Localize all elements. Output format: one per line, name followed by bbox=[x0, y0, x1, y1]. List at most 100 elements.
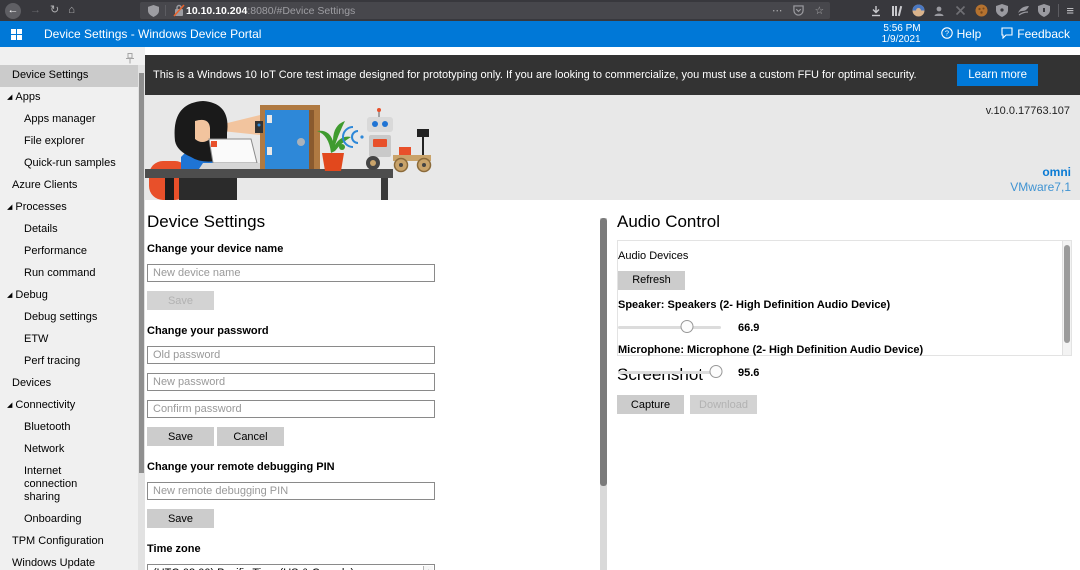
password-label: Change your password bbox=[147, 325, 269, 337]
device-settings-scrollbar[interactable] bbox=[600, 218, 607, 570]
microphone-volume-slider[interactable] bbox=[618, 365, 723, 378]
save-password-button[interactable]: Save bbox=[147, 427, 214, 446]
extension-account-icon[interactable] bbox=[932, 4, 946, 18]
feedback-icon bbox=[1001, 26, 1013, 42]
iot-test-image-banner: This is a Windows 10 IoT Core test image… bbox=[145, 55, 1080, 95]
sidebar-item-internet-connection-sharing[interactable]: Internet connection sharing bbox=[0, 461, 118, 509]
device-model: VMware7,1 bbox=[1010, 180, 1071, 194]
extension-disabled-icon[interactable] bbox=[953, 4, 967, 18]
pocket-icon[interactable] bbox=[792, 4, 806, 18]
sidebar-item-debug[interactable]: Debug bbox=[0, 285, 145, 307]
sidebar-item-run-command[interactable]: Run command bbox=[0, 263, 145, 285]
url-bar[interactable]: 10.10.10.204:8080/#Device Settings ⋯ ☆ bbox=[140, 2, 830, 19]
urlbar-divider bbox=[165, 5, 166, 16]
back-button[interactable]: ← bbox=[5, 2, 21, 19]
help-label: Help bbox=[956, 27, 982, 41]
sidebar-scrollbar-thumb[interactable] bbox=[139, 73, 144, 473]
microphone-label: Microphone: Microphone (2- High Definiti… bbox=[618, 343, 924, 356]
library-icon[interactable] bbox=[890, 4, 904, 18]
select-dropdown-arrow-icon: ▴▾ bbox=[423, 566, 433, 570]
sidebar-item-performance[interactable]: Performance bbox=[0, 241, 145, 263]
sidebar-item-apps[interactable]: Apps bbox=[0, 87, 145, 109]
extension-shield-icon[interactable] bbox=[995, 4, 1009, 18]
sidebar-item-bluetooth[interactable]: Bluetooth bbox=[0, 417, 145, 439]
clock-time: 5:56 PM bbox=[883, 23, 921, 34]
audio-control-heading: Audio Control bbox=[617, 212, 721, 231]
forward-button[interactable]: → bbox=[30, 5, 41, 16]
capture-button[interactable]: Capture bbox=[617, 395, 684, 414]
insecure-lock-icon[interactable] bbox=[172, 4, 186, 18]
extension-proxy-icon[interactable] bbox=[911, 4, 925, 18]
toolbar-divider bbox=[1058, 4, 1060, 17]
confirm-password-input[interactable] bbox=[147, 400, 435, 418]
url-path: :8080/#Device Settings bbox=[247, 4, 356, 17]
sidebar-item-onboarding[interactable]: Onboarding bbox=[0, 509, 145, 531]
shield-icon[interactable] bbox=[146, 4, 160, 18]
reload-button[interactable]: ↻ bbox=[50, 5, 59, 16]
portal-header: Device Settings - Windows Device Portal … bbox=[0, 21, 1080, 47]
audio-devices-panel: Audio Devices Refresh Speaker: Speakers … bbox=[617, 240, 1072, 379]
sidebar-item-quick-run-samples[interactable]: Quick-run samples bbox=[0, 153, 145, 175]
microphone-slider-handle[interactable] bbox=[709, 365, 723, 378]
extension-wind-icon[interactable] bbox=[1016, 4, 1030, 18]
device-name: omni bbox=[1042, 165, 1071, 179]
debug-pin-label: Change your remote debugging PIN bbox=[147, 461, 335, 473]
help-icon: ? bbox=[940, 26, 953, 42]
clock-display: 5:56 PM 1/9/2021 bbox=[882, 23, 921, 45]
speaker-label: Speaker: Speakers (2- High Definition Au… bbox=[618, 298, 891, 311]
audio-panel-scrollbar[interactable] bbox=[1062, 241, 1071, 355]
help-link[interactable]: ? Help bbox=[940, 26, 982, 42]
cancel-password-button[interactable]: Cancel bbox=[217, 427, 284, 446]
timezone-label: Time zone bbox=[147, 543, 201, 555]
timezone-select[interactable]: (UTC-08:00) Pacific Time (US & Canada) ▴… bbox=[147, 564, 435, 570]
sidebar-item-apps-manager[interactable]: Apps manager bbox=[0, 109, 145, 131]
menu-hamburger-icon[interactable]: ≡ bbox=[1066, 4, 1074, 17]
feedback-label: Feedback bbox=[1017, 27, 1070, 41]
toolbar-extensions: ≡ bbox=[869, 0, 1074, 21]
audio-control-panel: Audio Control Audio Devices Refresh Spea… bbox=[612, 200, 1080, 570]
speaker-volume-slider[interactable] bbox=[618, 320, 721, 333]
device-settings-heading: Device Settings bbox=[147, 212, 266, 231]
url-domain: 10.10.10.204 bbox=[186, 4, 248, 17]
sidebar-item-file-explorer[interactable]: File explorer bbox=[0, 131, 145, 153]
device-name-input[interactable] bbox=[147, 264, 435, 282]
sidebar-item-azure-clients[interactable]: Azure Clients bbox=[0, 175, 145, 197]
old-password-input[interactable] bbox=[147, 346, 435, 364]
new-password-input[interactable] bbox=[147, 373, 435, 391]
os-version: v.10.0.17763.107 bbox=[985, 105, 1070, 117]
sidebar-scrollbar[interactable] bbox=[138, 65, 145, 570]
extension-cookie-icon[interactable] bbox=[974, 4, 988, 18]
save-device-name-button[interactable]: Save bbox=[147, 291, 214, 310]
home-button[interactable]: ⌂ bbox=[68, 5, 75, 16]
sidebar-item-debug-settings[interactable]: Debug settings bbox=[0, 307, 145, 329]
sidebar-item-windows-update[interactable]: Windows Update bbox=[0, 553, 145, 570]
extension-shield2-icon[interactable] bbox=[1037, 4, 1051, 18]
save-pin-button[interactable]: Save bbox=[147, 509, 214, 528]
downloads-icon[interactable] bbox=[869, 4, 883, 18]
debug-pin-input[interactable] bbox=[147, 482, 435, 500]
speaker-slider-handle[interactable] bbox=[680, 320, 694, 333]
sidebar-item-perf-tracing[interactable]: Perf tracing bbox=[0, 351, 145, 373]
learn-more-button[interactable]: Learn more bbox=[957, 64, 1038, 86]
sidebar-item-connectivity[interactable]: Connectivity bbox=[0, 395, 145, 417]
portal-title: Device Settings - Windows Device Portal bbox=[44, 27, 262, 41]
page-actions-icon[interactable]: ⋯ bbox=[772, 5, 783, 17]
pin-sidebar-icon[interactable] bbox=[125, 51, 135, 69]
sidebar-item-processes[interactable]: Processes bbox=[0, 197, 145, 219]
device-settings-scrollbar-thumb[interactable] bbox=[600, 218, 607, 486]
sidebar-item-device-settings[interactable]: Device Settings bbox=[0, 65, 145, 87]
microphone-volume-value: 95.6 bbox=[738, 366, 760, 379]
refresh-audio-button[interactable]: Refresh bbox=[618, 270, 685, 290]
audio-panel-scrollbar-thumb[interactable] bbox=[1064, 245, 1070, 343]
sidebar-item-details[interactable]: Details bbox=[0, 219, 145, 241]
sidebar-item-tpm-configuration[interactable]: TPM Configuration bbox=[0, 531, 145, 553]
sidebar-item-network[interactable]: Network bbox=[0, 439, 145, 461]
download-button[interactable]: Download bbox=[690, 395, 757, 414]
browser-toolbar: ← → ↻ ⌂ 10.10.10.204:8080/#Device Settin… bbox=[0, 0, 1080, 21]
browser-nav-buttons: ← → ↻ ⌂ bbox=[5, 2, 75, 19]
speaker-volume-value: 66.9 bbox=[738, 321, 760, 334]
sidebar-item-devices[interactable]: Devices bbox=[0, 373, 145, 395]
sidebar-item-etw[interactable]: ETW bbox=[0, 329, 145, 351]
feedback-link[interactable]: Feedback bbox=[1001, 26, 1070, 42]
bookmark-star-icon[interactable]: ☆ bbox=[815, 5, 824, 17]
